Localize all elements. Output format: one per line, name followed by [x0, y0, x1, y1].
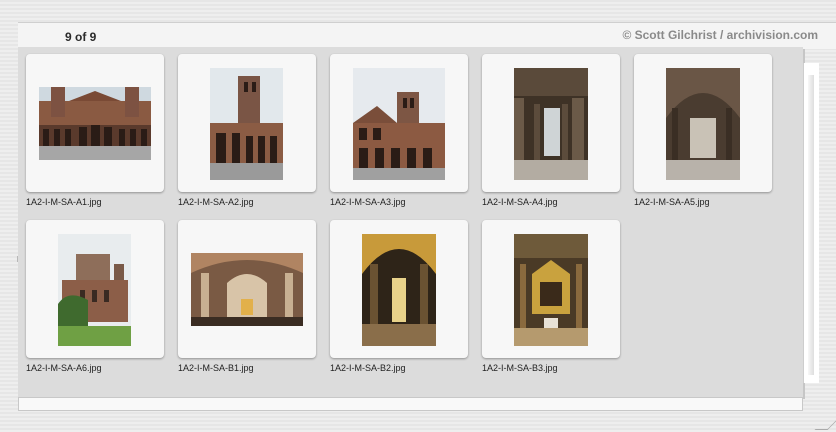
courtyard-facade-photo[interactable]	[39, 87, 151, 160]
thumbnail-tile[interactable]: 1A2-I-M-SA-B1.jpg	[178, 220, 316, 373]
nave-interior-photo[interactable]	[191, 253, 303, 326]
vaulted-portico-photo[interactable]	[666, 68, 740, 180]
scrollbar-track[interactable]	[808, 75, 814, 375]
thumbnail-filename: 1A2-I-M-SA-B3.jpg	[482, 363, 558, 373]
thumbnail-filename: 1A2-I-M-SA-A6.jpg	[26, 363, 102, 373]
resize-grip-icon[interactable]	[814, 416, 836, 430]
thumbnail-tile[interactable]: 1A2-I-M-SA-B2.jpg	[330, 220, 468, 373]
thumbnail-tile[interactable]: 1A2-I-M-SA-A6.jpg	[26, 220, 164, 373]
altar-canopy-photo[interactable]	[514, 234, 588, 346]
thumbnail-filename: 1A2-I-M-SA-A4.jpg	[482, 197, 558, 207]
tower-arcade-photo[interactable]	[353, 68, 445, 180]
thumbnail-filename: 1A2-I-M-SA-A3.jpg	[330, 197, 406, 207]
thumbnail-filename: 1A2-I-M-SA-B2.jpg	[330, 363, 406, 373]
toolbar: 9 of 9 © Scott Gilchrist / archivision.c…	[18, 22, 836, 49]
copyright-credit: © Scott Gilchrist / archivision.com	[622, 28, 818, 42]
thumbnail-filename: 1A2-I-M-SA-A5.jpg	[634, 197, 710, 207]
image-count: 9 of 9	[65, 30, 97, 44]
thumbnail-filename: 1A2-I-M-SA-A2.jpg	[178, 197, 254, 207]
thumbnail-tile[interactable]: 1A2-I-M-SA-A3.jpg	[330, 54, 468, 207]
thumbnail-filename: 1A2-I-M-SA-B1.jpg	[178, 363, 254, 373]
apse-exterior-photo[interactable]	[58, 234, 131, 346]
thumbnail-tile[interactable]: 1A2-I-M-SA-A4.jpg	[482, 54, 620, 207]
thumbnail-tile[interactable]: 1A2-I-M-SA-B3.jpg	[482, 220, 620, 373]
golden-aisle-photo[interactable]	[362, 234, 436, 346]
thumbnail-tile[interactable]: 1A2-I-M-SA-A1.jpg	[26, 54, 164, 207]
vertical-scrollbar[interactable]	[803, 63, 819, 383]
status-bar	[18, 397, 803, 411]
thumbnail-filename: 1A2-I-M-SA-A1.jpg	[26, 197, 102, 207]
bell-tower-photo[interactable]	[210, 68, 283, 180]
thumbnail-tile[interactable]: 1A2-I-M-SA-A2.jpg	[178, 54, 316, 207]
thumbnail-tile[interactable]: 1A2-I-M-SA-A5.jpg	[634, 54, 772, 207]
portico-arches-photo[interactable]	[514, 68, 588, 180]
